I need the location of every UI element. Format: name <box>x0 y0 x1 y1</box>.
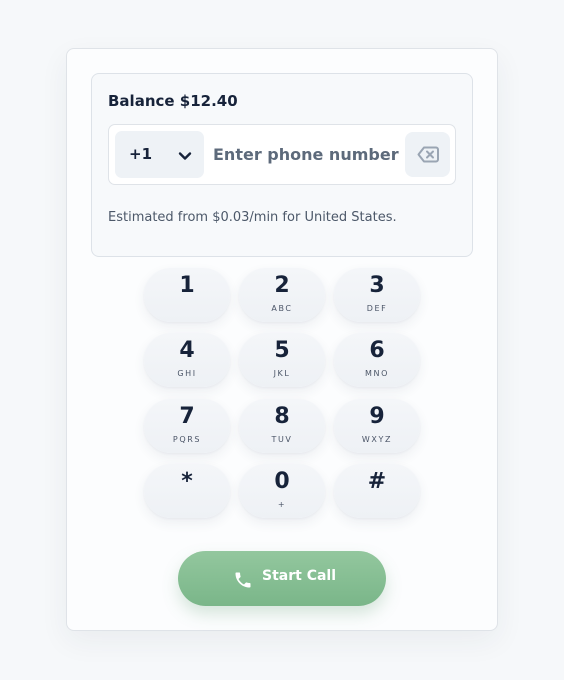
country-code-value: +1 <box>129 145 153 163</box>
key-digit: 6 <box>369 338 385 363</box>
key-letters: JKL <box>273 369 291 378</box>
dialer-card: Balance $12.40 +1 Estimated from $0.03/m… <box>66 48 498 631</box>
keypad-key-0[interactable]: 0 + <box>239 464 325 518</box>
keypad-key-star[interactable]: * <box>144 464 230 518</box>
key-digit: 8 <box>274 404 290 429</box>
keypad-key-5[interactable]: 5 JKL <box>239 333 325 387</box>
keypad-key-2[interactable]: 2 ABC <box>239 268 325 322</box>
keypad-key-7[interactable]: 7 PQRS <box>144 399 230 453</box>
start-call-button[interactable]: Start Call <box>178 551 386 606</box>
key-digit: 5 <box>274 338 290 363</box>
keypad-key-1[interactable]: 1 <box>144 268 230 322</box>
chevron-down-icon <box>178 148 192 162</box>
backspace-button[interactable] <box>405 132 450 177</box>
start-call-label: Start Call <box>262 568 337 584</box>
key-digit: 9 <box>369 404 385 429</box>
keypad-key-9[interactable]: 9 WXYZ <box>334 399 420 453</box>
keypad-key-8[interactable]: 8 TUV <box>239 399 325 453</box>
key-letters: DEF <box>366 304 388 313</box>
key-letters: + <box>277 500 287 509</box>
key-digit: 1 <box>179 273 195 298</box>
phone-input-row: +1 <box>108 124 456 185</box>
keypad-key-3[interactable]: 3 DEF <box>334 268 420 322</box>
phone-icon <box>235 572 251 588</box>
keypad-key-hash[interactable]: # <box>334 464 420 518</box>
key-letters: PQRS <box>172 435 202 444</box>
balance-label: Balance $12.40 <box>108 92 238 110</box>
keypad-key-4[interactable]: 4 GHI <box>144 333 230 387</box>
key-digit: 4 <box>179 338 195 363</box>
key-letters: WXYZ <box>361 435 393 444</box>
country-code-select[interactable]: +1 <box>115 131 204 178</box>
key-digit: * <box>181 469 193 494</box>
phone-number-input[interactable] <box>213 132 399 177</box>
key-letters: TUV <box>271 435 293 444</box>
backspace-icon <box>417 146 439 163</box>
key-letters: ABC <box>271 304 293 313</box>
key-digit: # <box>367 469 387 494</box>
key-letters: GHI <box>177 369 197 378</box>
keypad-key-6[interactable]: 6 MNO <box>334 333 420 387</box>
key-digit: 2 <box>274 273 290 298</box>
call-info-panel: Balance $12.40 +1 Estimated from $0.03/m… <box>91 73 473 257</box>
rate-estimate-text: Estimated from $0.03/min for United Stat… <box>108 210 397 225</box>
key-letters: MNO <box>365 369 389 378</box>
key-digit: 0 <box>274 469 290 494</box>
key-digit: 7 <box>179 404 195 429</box>
key-digit: 3 <box>369 273 385 298</box>
